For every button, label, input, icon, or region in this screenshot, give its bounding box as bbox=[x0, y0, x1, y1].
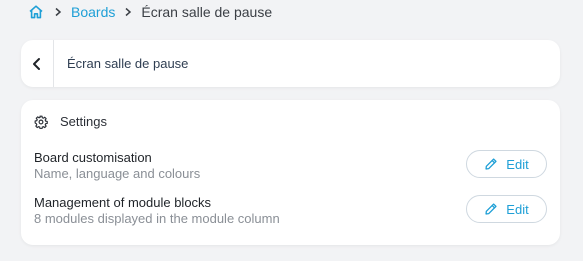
chevron-right-icon bbox=[121, 5, 135, 19]
home-icon[interactable] bbox=[27, 3, 45, 21]
settings-header: Settings bbox=[34, 114, 107, 129]
edit-button-label: Edit bbox=[506, 156, 529, 172]
breadcrumb: Boards Écran salle de pause bbox=[27, 2, 272, 22]
breadcrumb-current: Écran salle de pause bbox=[141, 4, 273, 20]
edit-module-blocks-button[interactable]: Edit bbox=[466, 195, 547, 223]
setting-row-module-blocks: Management of module blocks 8 modules di… bbox=[34, 195, 547, 231]
settings-card: Settings Board customisation Name, langu… bbox=[21, 100, 560, 245]
divider bbox=[53, 40, 54, 87]
chevron-right-icon bbox=[51, 5, 65, 19]
gear-icon bbox=[34, 115, 48, 129]
page-title: Écran salle de pause bbox=[67, 56, 189, 71]
setting-row-board-customisation: Board customisation Name, language and c… bbox=[34, 150, 547, 186]
edit-button-label: Edit bbox=[506, 201, 529, 217]
page-header-card: Écran salle de pause bbox=[21, 40, 560, 87]
settings-title: Settings bbox=[60, 114, 107, 129]
edit-board-customisation-button[interactable]: Edit bbox=[466, 150, 547, 178]
pencil-icon bbox=[484, 157, 498, 171]
pencil-icon bbox=[484, 202, 498, 216]
back-button[interactable] bbox=[21, 40, 53, 87]
breadcrumb-link-boards[interactable]: Boards bbox=[71, 4, 115, 20]
chevron-left-icon bbox=[31, 57, 43, 71]
